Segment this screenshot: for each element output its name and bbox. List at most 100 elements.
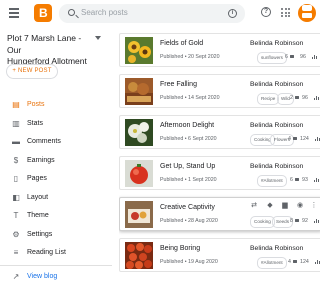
post-title[interactable]: Afternoon Delight xyxy=(160,122,214,129)
account-avatar-icon[interactable] xyxy=(298,4,316,22)
post-author: Belinda Robinson xyxy=(250,163,303,170)
post-status: Published • 14 Sept 2020 xyxy=(160,95,220,101)
sidebar-item-stats[interactable]: ▥ Stats xyxy=(0,115,112,134)
comment-count: 8 xyxy=(290,218,293,224)
sidebar-item-label: Earnings xyxy=(27,157,55,164)
view-blog-label: View blog xyxy=(27,273,57,280)
label-chip[interactable]: #Allotment xyxy=(257,257,287,269)
comment-count: 2 xyxy=(290,95,293,101)
sidebar-item-label: Posts xyxy=(27,101,45,108)
post-status: Published • 28 Aug 2020 xyxy=(160,218,218,224)
comments-icon xyxy=(290,55,294,58)
views-icon xyxy=(314,218,319,223)
list-item[interactable]: Afternoon Delight Published • 6 Sept 202… xyxy=(119,115,320,149)
view-icon[interactable]: ◉ xyxy=(296,202,304,210)
sidebar-item-earnings[interactable]: $ Earnings xyxy=(0,152,112,171)
list-item[interactable]: Creative Captivity Published • 28 Aug 20… xyxy=(119,197,320,231)
comment-count: 4 xyxy=(288,136,291,142)
view-count: 96 xyxy=(300,54,306,60)
view-count: 124 xyxy=(300,259,309,265)
post-title[interactable]: Free Falling xyxy=(160,81,197,88)
post-author: Belinda Robinson xyxy=(250,40,303,47)
post-title[interactable]: Fields of Gold xyxy=(160,40,203,47)
sidebar-item-label: Layout xyxy=(27,194,48,201)
post-author: Belinda Robinson xyxy=(250,122,303,129)
post-thumbnail xyxy=(125,242,153,269)
comments-icon xyxy=(295,96,299,99)
comment-count: 6 xyxy=(290,177,293,183)
stats-icon: ▥ xyxy=(12,120,20,128)
post-thumbnail xyxy=(125,37,153,64)
comments-icon xyxy=(295,219,299,222)
label-chip[interactable]: Recipe xyxy=(257,93,279,105)
sidebar-item-settings[interactable]: ⚙ Settings xyxy=(0,226,112,245)
help-icon[interactable]: ? xyxy=(261,7,271,17)
list-item[interactable]: Fields of Gold Published • 20 Sept 2020 … xyxy=(119,33,320,67)
sidebar-item-theme[interactable]: T Theme xyxy=(0,207,112,226)
external-link-icon: ↗ xyxy=(12,273,20,281)
view-count: 124 xyxy=(300,136,309,142)
search-input[interactable]: Search posts xyxy=(81,8,128,17)
list-item[interactable]: Being Boring Published • 19 Aug 2020 Bel… xyxy=(119,238,320,272)
post-title[interactable]: Get Up, Stand Up xyxy=(160,163,215,170)
post-title[interactable]: Creative Captivity xyxy=(160,204,215,211)
chevron-down-icon[interactable] xyxy=(95,36,101,40)
reading-list-icon: ≡ xyxy=(12,249,20,257)
label-chip[interactable]: #Allotment xyxy=(257,175,287,187)
comment-count: 6 xyxy=(285,54,288,60)
settings-icon: ⚙ xyxy=(12,231,20,239)
apps-grid-icon[interactable] xyxy=(281,8,290,17)
views-icon xyxy=(315,259,320,264)
post-author: Belinda Robinson xyxy=(250,245,303,252)
theme-icon: T xyxy=(12,212,20,220)
earnings-icon: $ xyxy=(12,157,20,165)
search-bar[interactable]: Search posts i xyxy=(59,4,245,23)
comments-icon xyxy=(293,260,297,263)
post-thumbnail xyxy=(125,201,153,228)
sidebar-item-label: Pages xyxy=(27,175,47,182)
delete-icon[interactable]: ▆ xyxy=(281,202,289,210)
comment-count: 4 xyxy=(288,259,291,265)
divider xyxy=(0,265,112,266)
hamburger-menu-icon[interactable] xyxy=(9,8,19,17)
view-count: 96 xyxy=(302,95,308,101)
posts-list: Fields of Gold Published • 20 Sept 2020 … xyxy=(119,28,320,281)
view-count: 92 xyxy=(302,218,308,224)
new-post-button[interactable]: + NEW POST xyxy=(6,64,58,79)
view-count: 93 xyxy=(302,177,308,183)
post-title[interactable]: Being Boring xyxy=(160,245,200,252)
blog-title-line1: Plot 7 Marsh Lane - Our xyxy=(7,33,93,56)
list-item[interactable]: Get Up, Stand Up Published • 1 Sept 2020… xyxy=(119,156,320,190)
post-status: Published • 19 Aug 2020 xyxy=(160,259,218,265)
post-status: Published • 20 Sept 2020 xyxy=(160,54,220,60)
sidebar-item-posts[interactable]: ▤ Posts xyxy=(0,96,112,115)
blogger-logo-icon[interactable]: B xyxy=(34,4,52,22)
list-item[interactable]: Free Falling Published • 14 Sept 2020 Be… xyxy=(119,74,320,108)
sidebar-nav: ▤ Posts ▥ Stats ▬ Comments $ Earnings ▯ … xyxy=(0,96,112,286)
post-thumbnail xyxy=(125,160,153,187)
sidebar-item-comments[interactable]: ▬ Comments xyxy=(0,133,112,152)
posts-icon: ▤ xyxy=(12,101,20,109)
label-icon[interactable]: ◆ xyxy=(266,202,274,210)
post-thumbnail xyxy=(125,119,153,146)
more-options-icon[interactable]: ⋮ xyxy=(310,202,318,210)
label-chip[interactable]: sunflowers xyxy=(257,52,287,64)
comments-icon xyxy=(295,178,299,181)
sidebar-item-pages[interactable]: ▯ Pages xyxy=(0,170,112,189)
post-status: Published • 6 Sept 2020 xyxy=(160,136,217,142)
post-thumbnail xyxy=(125,78,153,105)
search-options-icon[interactable]: i xyxy=(228,9,237,18)
view-blog-link[interactable]: ↗ View blog xyxy=(0,268,112,286)
comments-icon: ▬ xyxy=(12,138,20,146)
post-status: Published • 1 Sept 2020 xyxy=(160,177,217,183)
top-app-bar: B Search posts i ? xyxy=(0,0,320,28)
comments-icon xyxy=(293,137,297,140)
sidebar-item-label: Theme xyxy=(27,212,49,219)
sidebar-item-layout[interactable]: ◧ Layout xyxy=(0,189,112,208)
sidebar-item-reading-list[interactable]: ≡ Reading List xyxy=(0,244,112,263)
share-icon[interactable]: ⇄ xyxy=(250,202,258,210)
views-icon xyxy=(314,177,319,182)
sidebar-item-label: Settings xyxy=(27,231,52,238)
views-icon xyxy=(312,54,317,59)
views-icon xyxy=(315,136,320,141)
